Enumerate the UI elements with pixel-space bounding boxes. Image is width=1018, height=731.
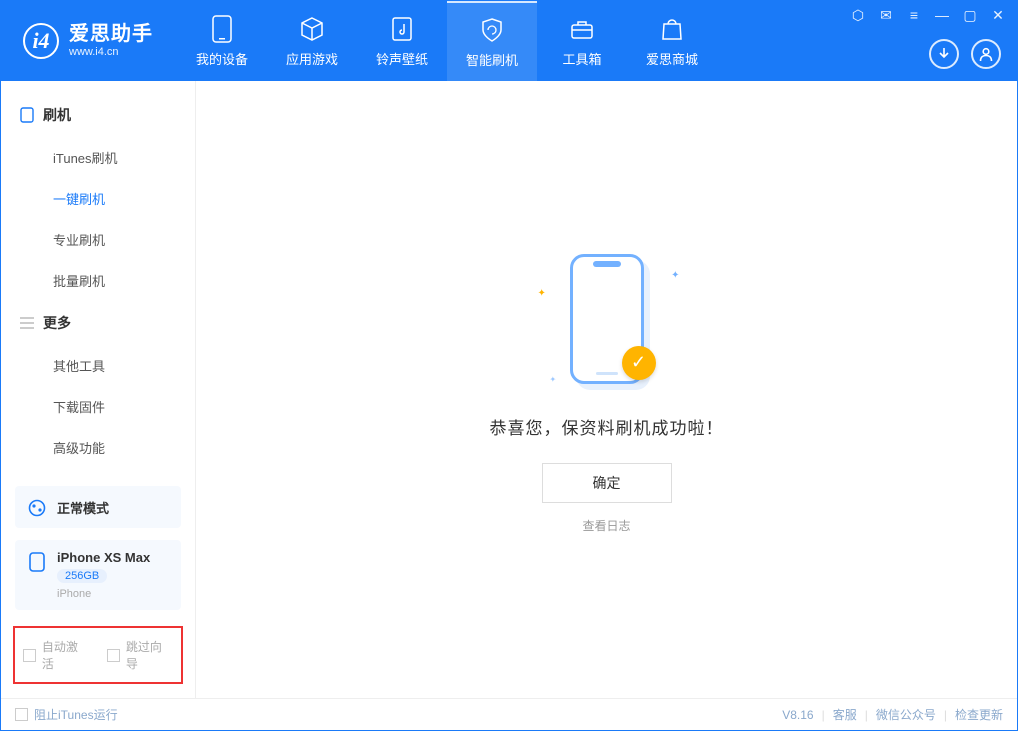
- tab-label: 爱思商城: [646, 49, 698, 68]
- sidebar-cards: 正常模式 iPhone XS Max 256GB iPhone: [1, 486, 195, 610]
- tab-label: 工具箱: [562, 49, 601, 68]
- tab-smart-flash[interactable]: 智能刷机: [447, 1, 537, 81]
- maximize-icon[interactable]: ▢: [961, 7, 979, 24]
- shield-refresh-icon: [478, 16, 506, 44]
- brand-name: 爱思助手: [69, 24, 153, 44]
- header-right-buttons: [929, 39, 1001, 69]
- sidebar-item-batch[interactable]: 批量刷机: [1, 260, 195, 301]
- mode-name: 正常模式: [57, 498, 109, 517]
- checkbox-box-icon: [107, 649, 120, 662]
- phone-small-icon: [27, 552, 47, 572]
- checkbox-label: 跳过向导: [126, 638, 173, 672]
- feedback-icon[interactable]: ✉: [877, 7, 895, 24]
- check-badge-icon: ✓: [622, 346, 656, 380]
- checkbox-auto-activate[interactable]: 自动激活: [23, 638, 89, 672]
- device-capacity: 256GB: [57, 569, 107, 583]
- footer: 阻止iTunes运行 V8.16 | 客服 | 微信公众号 | 检查更新: [1, 698, 1017, 730]
- sidebar-item-pro[interactable]: 专业刷机: [1, 219, 195, 260]
- app-body: 刷机 iTunes刷机 一键刷机 专业刷机 批量刷机 更多 其他工具 下载固件 …: [1, 81, 1017, 698]
- tab-store[interactable]: 爱思商城: [627, 1, 717, 81]
- minimize-icon[interactable]: —: [933, 7, 951, 24]
- device-type: iPhone: [57, 588, 150, 600]
- success-message: 恭喜您，保资料刷机成功啦！: [490, 414, 724, 439]
- sidebar-item-advanced[interactable]: 高级功能: [1, 427, 195, 468]
- menu-icon[interactable]: ≡: [905, 7, 923, 24]
- tab-label: 我的设备: [196, 49, 248, 68]
- checkbox-block-itunes[interactable]: 阻止iTunes运行: [15, 706, 118, 723]
- success-illustration: ✦ ✦ ✦ ✓: [532, 246, 682, 396]
- checkbox-box-icon: [23, 649, 36, 662]
- shirt-icon[interactable]: ⬡: [849, 7, 867, 24]
- nav-tabs: 我的设备 应用游戏 铃声壁纸 智能刷机 工具箱 爱思商城: [177, 1, 717, 81]
- device-name: iPhone XS Max: [57, 550, 150, 565]
- checkbox-skip-guide[interactable]: 跳过向导: [107, 638, 173, 672]
- app-header: ⬡ ✉ ≡ — ▢ ✕ i4 爱思助手 www.i4.cn 我的设备 应用游戏: [1, 1, 1017, 81]
- sparkle-icon: ✦: [538, 288, 546, 299]
- ok-button[interactable]: 确定: [542, 463, 672, 503]
- separator: |: [822, 708, 825, 722]
- window-controls: ⬡ ✉ ≡ — ▢ ✕: [849, 7, 1007, 24]
- app-window: ⬡ ✉ ≡ — ▢ ✕ i4 爱思助手 www.i4.cn 我的设备 应用游戏: [0, 0, 1018, 731]
- separator: |: [865, 708, 868, 722]
- group-label: 刷机: [43, 105, 71, 125]
- logo-icon: i4: [23, 23, 59, 59]
- tab-toolbox[interactable]: 工具箱: [537, 1, 627, 81]
- device-icon: [19, 107, 35, 123]
- checkbox-label: 自动激活: [42, 638, 89, 672]
- sidebar: 刷机 iTunes刷机 一键刷机 专业刷机 批量刷机 更多 其他工具 下载固件 …: [1, 81, 196, 698]
- music-file-icon: [388, 15, 416, 43]
- check-update-link[interactable]: 检查更新: [955, 706, 1003, 723]
- sidebar-item-other-tools[interactable]: 其他工具: [1, 345, 195, 386]
- sidebar-group-more: 更多: [1, 301, 195, 345]
- sidebar-options-highlight: 自动激活 跳过向导: [13, 626, 183, 684]
- ok-label: 确定: [593, 473, 621, 493]
- separator: |: [944, 708, 947, 722]
- sidebar-item-onekey[interactable]: 一键刷机: [1, 178, 195, 219]
- device-card[interactable]: iPhone XS Max 256GB iPhone: [15, 540, 181, 610]
- list-icon: [19, 315, 35, 331]
- close-icon[interactable]: ✕: [989, 7, 1007, 24]
- group-label: 更多: [43, 313, 71, 333]
- checkbox-box-icon: [15, 708, 28, 721]
- sparkle-icon: ✦: [671, 270, 679, 281]
- sidebar-group-flash: 刷机: [1, 93, 195, 137]
- mode-icon: [27, 498, 47, 518]
- tab-apps-games[interactable]: 应用游戏: [267, 1, 357, 81]
- download-button[interactable]: [929, 39, 959, 69]
- bag-icon: [658, 15, 686, 43]
- main-content: ✦ ✦ ✦ ✓ 恭喜您，保资料刷机成功啦！ 确定 查看日志: [196, 81, 1017, 698]
- brand-url: www.i4.cn: [69, 47, 153, 58]
- toolbox-icon: [568, 15, 596, 43]
- mode-card[interactable]: 正常模式: [15, 486, 181, 528]
- tab-my-device[interactable]: 我的设备: [177, 1, 267, 81]
- checkbox-label: 阻止iTunes运行: [34, 706, 118, 723]
- tab-label: 智能刷机: [466, 50, 518, 69]
- sparkle-icon: ✦: [550, 375, 557, 384]
- sidebar-list: 刷机 iTunes刷机 一键刷机 专业刷机 批量刷机 更多 其他工具 下载固件 …: [1, 81, 195, 486]
- tab-label: 应用游戏: [286, 49, 338, 68]
- footer-right: V8.16 | 客服 | 微信公众号 | 检查更新: [782, 706, 1003, 723]
- phone-icon: [208, 15, 236, 43]
- view-log-link[interactable]: 查看日志: [582, 517, 630, 534]
- brand-logo[interactable]: i4 爱思助手 www.i4.cn: [1, 23, 171, 59]
- tab-label: 铃声壁纸: [376, 49, 428, 68]
- tab-ring-wall[interactable]: 铃声壁纸: [357, 1, 447, 81]
- support-link[interactable]: 客服: [833, 706, 857, 723]
- wechat-link[interactable]: 微信公众号: [876, 706, 936, 723]
- sidebar-item-itunes[interactable]: iTunes刷机: [1, 137, 195, 178]
- user-button[interactable]: [971, 39, 1001, 69]
- cube-icon: [298, 15, 326, 43]
- version-label: V8.16: [782, 708, 813, 722]
- sidebar-item-download-fw[interactable]: 下载固件: [1, 386, 195, 427]
